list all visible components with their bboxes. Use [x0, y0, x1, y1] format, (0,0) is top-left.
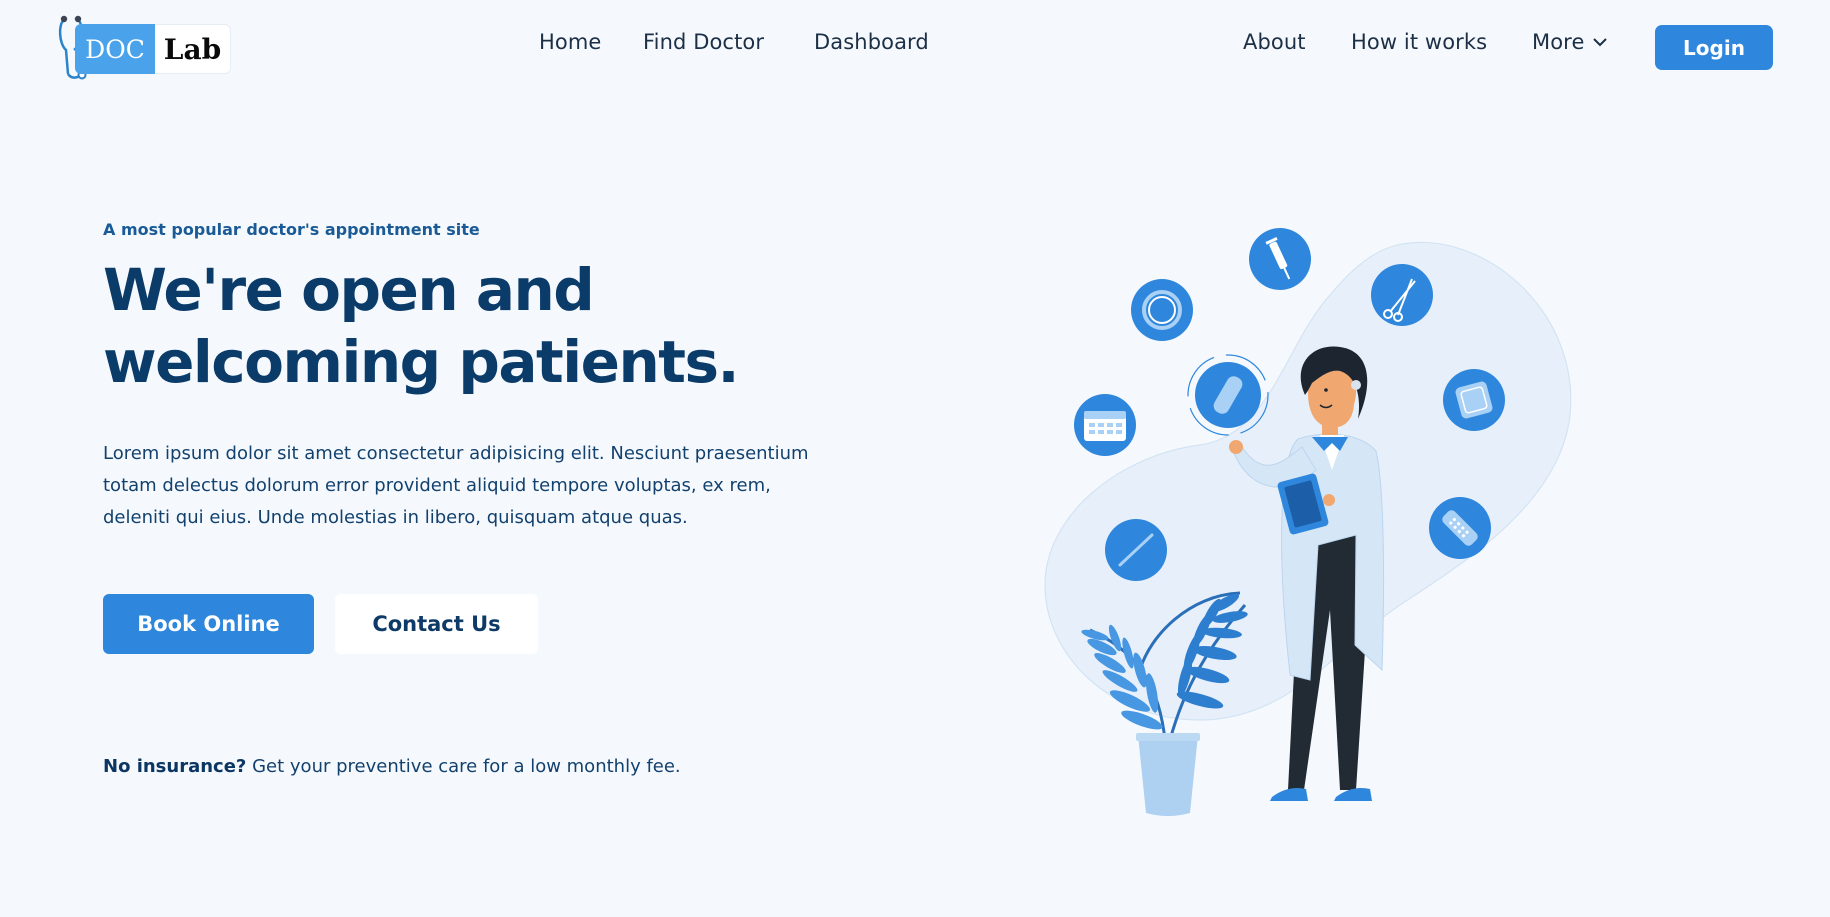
- syringe-icon: [1249, 228, 1311, 290]
- hero-headline-line1: We're open and: [103, 256, 595, 324]
- thermometer-icon: [1105, 519, 1167, 581]
- insurance-note: No insurance? Get your preventive care f…: [103, 756, 681, 777]
- hero-description-line3: deleniti qui eius. Unde molestias in lib…: [103, 507, 688, 528]
- brand-logo[interactable]: DOC Lab: [56, 14, 234, 80]
- nav-how-it-works[interactable]: How it works: [1351, 30, 1487, 64]
- hero-headline: We're open and welcoming patients.: [103, 254, 863, 398]
- bandage-icon: [1429, 497, 1491, 559]
- nav-dashboard[interactable]: Dashboard: [814, 30, 929, 64]
- hero-description-line1: Lorem ipsum dolor sit amet consectetur a…: [103, 443, 809, 464]
- scissors-icon: [1371, 264, 1433, 326]
- nav-find-doctor[interactable]: Find Doctor: [643, 30, 764, 64]
- chevron-down-icon: [1593, 38, 1608, 47]
- insurance-note-bold: No insurance?: [103, 756, 247, 777]
- book-online-button[interactable]: Book Online: [103, 594, 314, 654]
- hero-headline-line2: welcoming patients.: [103, 328, 740, 396]
- pill-capsule-icon: [1187, 354, 1269, 436]
- ring-icon: [1131, 279, 1193, 341]
- logo-doc-text: DOC: [75, 24, 155, 74]
- doctor-illustration: [1044, 228, 1572, 816]
- logo-lab-text: Lab: [155, 24, 231, 74]
- calendar-icon: [1074, 394, 1136, 456]
- insurance-note-text: Get your preventive care for a low month…: [246, 756, 681, 777]
- login-button[interactable]: Login: [1655, 25, 1773, 70]
- hero-tagline: A most popular doctor's appointment site: [103, 220, 480, 239]
- pill-blister-icon: [1443, 369, 1505, 431]
- nav-more-label: More: [1532, 30, 1585, 54]
- nav-more-dropdown[interactable]: More: [1532, 30, 1608, 64]
- nav-about[interactable]: About: [1243, 30, 1306, 64]
- nav-home[interactable]: Home: [539, 30, 601, 64]
- hero-description-line2: totam delectus dolorum error provident a…: [103, 475, 771, 496]
- hero-description: Lorem ipsum dolor sit amet consectetur a…: [103, 438, 863, 534]
- site-header: DOC Lab Home Find Doctor Dashboard About…: [0, 0, 1830, 96]
- contact-us-button[interactable]: Contact Us: [335, 594, 538, 654]
